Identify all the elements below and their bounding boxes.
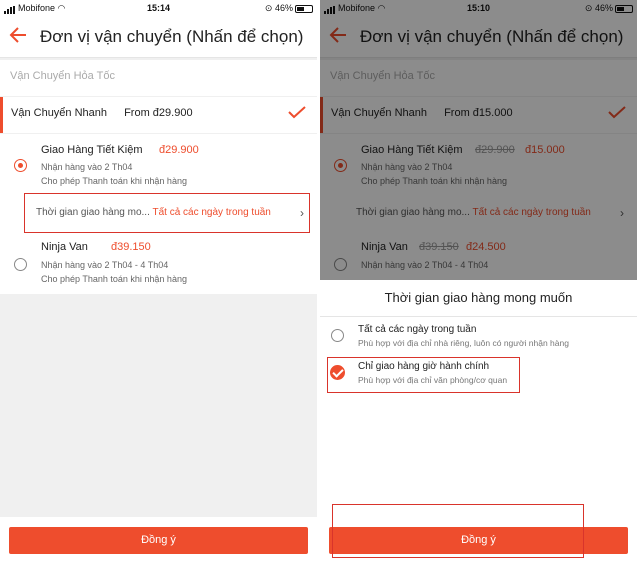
battery-percent: 46% (274, 3, 293, 13)
left-screen: Mobifone ◠ 15:14 ⊙ 46% Đơn vị vận chuyển… (0, 0, 317, 561)
sheet-title: Thời gian giao hàng mong muốn (384, 290, 573, 305)
carrier-name-ghtk: Giao Hàng Tiết Kiệm (41, 144, 143, 156)
battery-icon (295, 4, 313, 13)
carrier-name-ninja: Ninja Van (41, 241, 88, 253)
shipping-option-label: Vận Chuyển Hỏa Tốc (10, 70, 115, 82)
modal-backdrop[interactable] (320, 0, 637, 280)
shipping-option-fast[interactable]: Vận Chuyển Nhanh From đ29.900 (0, 97, 317, 133)
page-title: Đơn vị vận chuyển (Nhấn để chọn) (40, 27, 304, 46)
agree-button[interactable]: Đồng ý (9, 527, 308, 554)
delivery-date-ghtk: Nhận hàng vào 2 Th04 (41, 162, 133, 172)
option-subtitle: Phù hợp với địa chỉ nhà riêng, luôn có n… (358, 338, 569, 348)
cod-note-ghtk: Cho phép Thanh toán khi nhận hàng (41, 176, 187, 186)
page-header: Đơn vị vận chuyển (Nhấn để chọn) (0, 16, 317, 58)
sheet-option-all-days[interactable]: Tất cả các ngày trong tuần Phù hợp với đ… (320, 317, 637, 353)
shipping-option-label: Vận Chuyển Nhanh (11, 107, 108, 119)
highlight-box (24, 193, 310, 233)
radio-ghtk[interactable] (14, 159, 27, 172)
radio-all-days[interactable] (331, 329, 344, 342)
highlight-box (332, 504, 584, 558)
highlight-box (327, 357, 520, 393)
check-icon (287, 105, 307, 119)
cod-note-ninja: Cho phép Thanh toán khi nhận hàng (41, 274, 187, 284)
carrier-price-ninja: đ39.150 (111, 241, 151, 253)
back-arrow-icon[interactable] (8, 24, 30, 46)
alarm-icon: ⊙ (264, 3, 273, 13)
shipping-option-express: Vận Chuyển Hỏa Tốc (0, 60, 317, 96)
shipping-from-price: From đ29.900 (124, 107, 193, 119)
radio-ninja[interactable] (14, 258, 27, 271)
right-screen: Mobifone ◠ 15:10 ⊙ 46% Đơn vị vận chuyển… (320, 0, 637, 561)
option-title: Tất cả các ngày trong tuần (358, 324, 477, 335)
carrier-price-ghtk: đ29.900 (159, 144, 199, 156)
status-bar: Mobifone ◠ 15:14 ⊙ 46% (0, 0, 317, 16)
delivery-date-ninja: Nhận hàng vào 2 Th04 - 4 Th04 (41, 260, 169, 270)
